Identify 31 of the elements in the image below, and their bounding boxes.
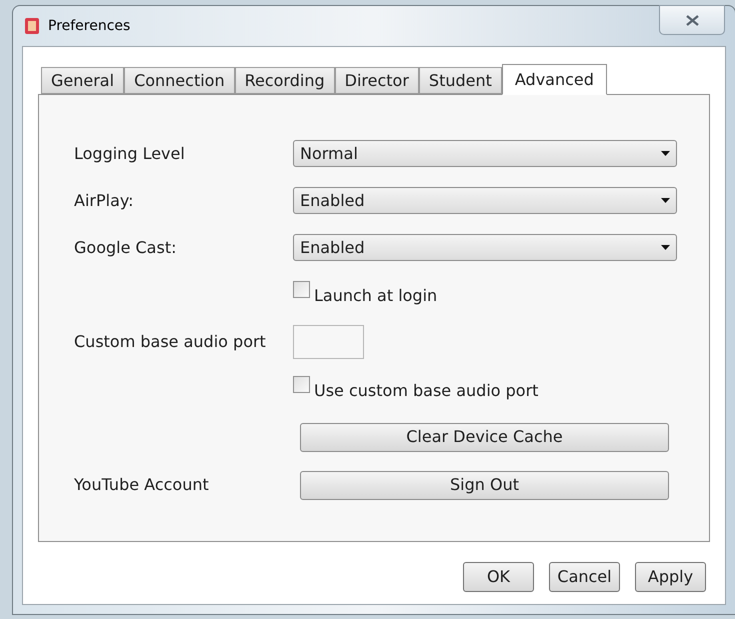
tab[interactable]: Student bbox=[418, 67, 502, 94]
caret-icon bbox=[661, 245, 670, 250]
dropdown[interactable]: Enabled bbox=[293, 187, 677, 214]
window-title: Preferences bbox=[48, 16, 130, 36]
port-field[interactable] bbox=[293, 325, 364, 359]
close-button[interactable] bbox=[659, 5, 725, 35]
close-icon bbox=[686, 14, 698, 26]
field-label: YouTube Account bbox=[74, 475, 209, 494]
dropdown[interactable]: Enabled bbox=[293, 234, 677, 261]
app-icon bbox=[23, 17, 41, 35]
checkbox-label: Launch at login bbox=[314, 285, 438, 307]
field-label: AirPlay: bbox=[74, 190, 134, 210]
dialog-button[interactable]: Apply bbox=[635, 562, 706, 592]
field-label: Google Cast: bbox=[74, 238, 176, 256]
checkbox-label: Use custom base audio port bbox=[314, 380, 538, 402]
field-label: Logging Level bbox=[74, 144, 185, 162]
checkbox[interactable] bbox=[293, 376, 310, 393]
tab[interactable]: General bbox=[41, 67, 124, 94]
checkbox[interactable] bbox=[293, 281, 310, 298]
dialog-button[interactable]: OK bbox=[463, 562, 534, 592]
field-label: Custom base audio port bbox=[74, 332, 266, 351]
caret-icon bbox=[661, 198, 670, 203]
dropdown[interactable]: Normal bbox=[293, 140, 677, 167]
tab[interactable]: Director bbox=[334, 67, 419, 94]
tab[interactable]: Advanced bbox=[502, 64, 607, 95]
tab[interactable]: Connection bbox=[124, 67, 235, 94]
tab[interactable]: Recording bbox=[234, 67, 335, 94]
action-button[interactable]: Sign Out bbox=[300, 470, 669, 500]
caret-icon bbox=[661, 151, 670, 156]
action-button[interactable]: Clear Device Cache bbox=[300, 422, 669, 452]
dialog-button[interactable]: Cancel bbox=[549, 562, 620, 592]
